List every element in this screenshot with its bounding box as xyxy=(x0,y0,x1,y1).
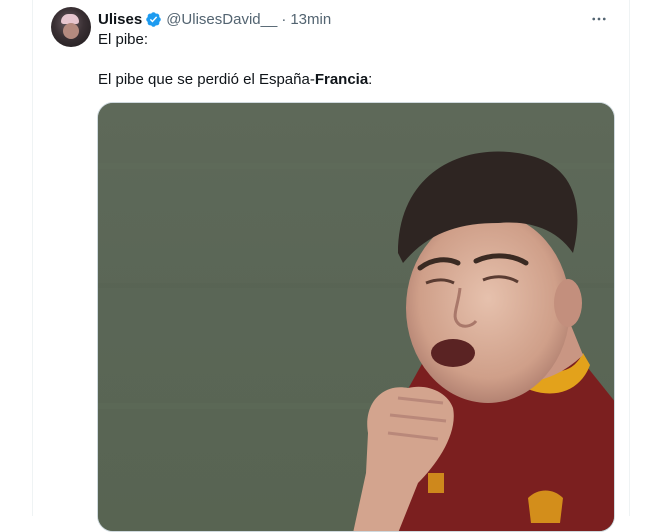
tweet: Ulises @UlisesDavid__ · 13min El pibe: E… xyxy=(32,0,630,532)
separator-dot: · xyxy=(281,10,287,28)
avatar-face xyxy=(63,23,79,39)
media-illustration xyxy=(98,103,614,531)
tweet-line-2-prefix: El pibe que se perdió el España- xyxy=(98,71,315,88)
tweet-line-2: El pibe que se perdió el España-Francia: xyxy=(98,70,608,90)
tweet-line-1: El pibe: xyxy=(98,31,149,48)
avatar[interactable] xyxy=(51,7,91,47)
more-icon[interactable] xyxy=(589,9,609,29)
tweet-line-2-suffix: : xyxy=(368,71,373,88)
hashtag-francia[interactable]: Francia xyxy=(315,71,368,88)
verified-badge-icon xyxy=(145,11,162,28)
display-name[interactable]: Ulises xyxy=(98,11,142,28)
tweet-media-image[interactable] xyxy=(97,102,615,532)
tweet-time[interactable]: 13min xyxy=(290,11,331,28)
user-handle[interactable]: @UlisesDavid__ xyxy=(166,11,277,28)
tweet-header: Ulises @UlisesDavid__ · 13min xyxy=(98,9,615,29)
tweet-text: El pibe: El pibe que se perdió el España… xyxy=(98,30,608,90)
